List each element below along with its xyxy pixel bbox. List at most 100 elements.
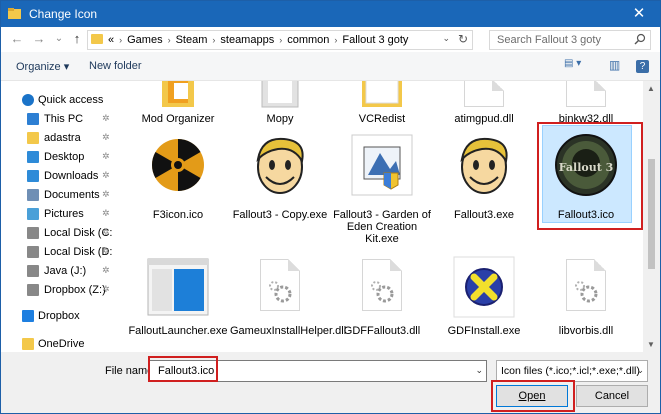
- scroll-up-button[interactable]: ▲: [647, 84, 655, 93]
- nav-item-label: Java (J:): [44, 265, 87, 277]
- file-name: Mopy: [266, 113, 294, 125]
- breadcrumb: «› Games › Steam › steamapps › common › Fallout 3…: [108, 34, 408, 46]
- file-name: F3icon.ico: [152, 209, 204, 221]
- scroll-down-button[interactable]: ▼: [647, 340, 655, 349]
- breadcrumb-separator: ›: [119, 35, 123, 45]
- file-thumbnail: [452, 133, 516, 197]
- breadcrumb-item[interactable]: common: [287, 34, 329, 46]
- folder-icon: [22, 338, 34, 350]
- new-folder-button[interactable]: New folder: [89, 60, 142, 72]
- file-thumbnail: [146, 133, 210, 197]
- breadcrumb-item[interactable]: Fallout 3 goty: [342, 34, 408, 46]
- nav-item-dropbox[interactable]: Dropbox: [1, 307, 121, 326]
- nav-item-label: Downloads: [44, 170, 99, 182]
- nav-item-onedrive[interactable]: OneDrive: [1, 335, 121, 352]
- preview-pane-button[interactable]: ▥: [609, 58, 620, 72]
- nav-item-quick-access[interactable]: Quick access: [1, 91, 121, 110]
- search-input[interactable]: Search Fallout 3 goty: [489, 30, 651, 50]
- folder-icon: [362, 81, 402, 107]
- up-button[interactable]: ↑: [69, 31, 85, 47]
- address-bar[interactable]: «› Games › Steam › steamapps › common › Fallout 3…: [87, 30, 473, 50]
- file-thumbnail: [146, 255, 210, 319]
- nav-item-downloads[interactable]: Downloads ✲: [1, 167, 121, 186]
- pc-icon: [27, 113, 39, 125]
- nav-item-label: Desktop: [44, 151, 85, 163]
- refresh-icon[interactable]: ↻: [458, 32, 468, 46]
- file-tile[interactable]: Fallout3 - Copy.exe: [230, 133, 330, 233]
- documents-icon: [27, 189, 39, 201]
- breadcrumb-separator: ›: [279, 35, 283, 45]
- pin-icon: ✲: [102, 284, 110, 294]
- pin-icon: ✲: [102, 208, 110, 218]
- file-thumbnail: [248, 255, 312, 319]
- chevron-down-icon[interactable]: ⌄: [442, 33, 450, 44]
- close-button[interactable]: ✕: [618, 1, 660, 27]
- gdf-install-icon: [453, 256, 515, 318]
- download-icon: [27, 170, 39, 182]
- file-name: Fallout3 - Copy.exe: [232, 209, 328, 221]
- nav-item-java-j[interactable]: Java (J:) ✲: [1, 262, 121, 281]
- vault-boy-icon: [256, 137, 304, 194]
- scroll-thumb[interactable]: [648, 159, 655, 269]
- file-name: atimgpud.dll: [454, 113, 514, 125]
- forward-button[interactable]: →: [31, 31, 47, 47]
- chevron-down-icon[interactable]: ⌄: [636, 365, 644, 376]
- file-tile[interactable]: GDFFallout3.dll: [332, 255, 432, 352]
- desktop-icon: [27, 151, 39, 163]
- vault-boy-icon: [460, 137, 508, 194]
- breadcrumb-item[interactable]: steamapps: [220, 34, 274, 46]
- folder-icon: [91, 34, 103, 44]
- recent-locations-button[interactable]: ⌄: [51, 31, 67, 47]
- file-name-highlight: [148, 356, 218, 382]
- file-name: Mod Organizer: [141, 113, 215, 125]
- pictures-icon: [27, 208, 39, 220]
- file-tile[interactable]: GameuxInstallHelper.dll: [230, 255, 346, 352]
- nav-item-local-disk-d[interactable]: Local Disk (D: ✲: [1, 243, 121, 262]
- breadcrumb-item[interactable]: Games: [127, 34, 162, 46]
- folder-icon: [8, 8, 21, 19]
- file-name: libvorbis.dll: [558, 325, 614, 337]
- dll-file-icon: [464, 81, 504, 107]
- file-tile[interactable]: GDFInstall.exe: [434, 255, 534, 352]
- file-tile[interactable]: F3icon.ico: [128, 133, 228, 233]
- breadcrumb-item[interactable]: Steam: [176, 34, 208, 46]
- file-tile[interactable]: FalloutLauncher.exe: [128, 255, 228, 352]
- nav-item-label: Dropbox (Z:): [44, 284, 106, 296]
- creation-kit-icon: [351, 134, 413, 196]
- open-button-highlight: [491, 380, 575, 412]
- back-button[interactable]: ←: [9, 31, 25, 47]
- organize-button[interactable]: Organize ▾: [16, 60, 69, 73]
- window-title: Change Icon: [29, 7, 98, 21]
- file-type-select[interactable]: Icon files (*.ico;*.icl;*.exe;*.dll) ⌄: [496, 360, 648, 382]
- cancel-button[interactable]: Cancel: [576, 385, 648, 407]
- nav-item-documents[interactable]: Documents ✲: [1, 186, 121, 205]
- nav-item-local-disk-c[interactable]: Local Disk (C: ✲: [1, 224, 121, 243]
- chevron-down-icon[interactable]: ⌄: [475, 365, 483, 376]
- disk-icon: [27, 284, 39, 296]
- help-button[interactable]: ?: [636, 60, 649, 73]
- pin-icon: ✲: [102, 189, 110, 199]
- scrollbar[interactable]: ▲ ▼: [643, 81, 660, 352]
- nav-item-adastra[interactable]: adastra ✲: [1, 129, 121, 148]
- nav-item-pictures[interactable]: Pictures ✲: [1, 205, 121, 224]
- radiation-icon: [152, 139, 204, 191]
- nav-item-label: OneDrive: [38, 338, 85, 350]
- gear-icon: [269, 281, 292, 303]
- nav-item-label: adastra: [44, 132, 81, 144]
- nav-item-desktop[interactable]: Desktop ✲: [1, 148, 121, 167]
- file-tile[interactable]: Fallout3 - Garden of Eden Creation Kit.e…: [332, 133, 432, 245]
- file-tile[interactable]: libvorbis.dll: [536, 255, 636, 352]
- navigation-pane: Quick access This PC ✲ adastra ✲ Desktop ✲ Down…: [1, 81, 121, 352]
- folder-icon: [261, 81, 299, 108]
- disk-icon: [27, 246, 39, 258]
- breadcrumb-separator: ›: [212, 35, 216, 45]
- search-placeholder: Search Fallout 3 goty: [497, 34, 601, 46]
- dll-file-icon: [260, 259, 300, 311]
- file-name: GDFInstall.exe: [447, 325, 521, 337]
- change-view-button[interactable]: ▤ ▾: [564, 58, 581, 69]
- nav-item-this-pc[interactable]: This PC ✲: [1, 110, 121, 129]
- file-tile[interactable]: Fallout3.exe: [434, 133, 534, 233]
- file-thumbnail: [350, 133, 414, 197]
- nav-item-dropbox-z[interactable]: Dropbox (Z:) ✲: [1, 281, 121, 300]
- dropbox-icon: [22, 310, 34, 322]
